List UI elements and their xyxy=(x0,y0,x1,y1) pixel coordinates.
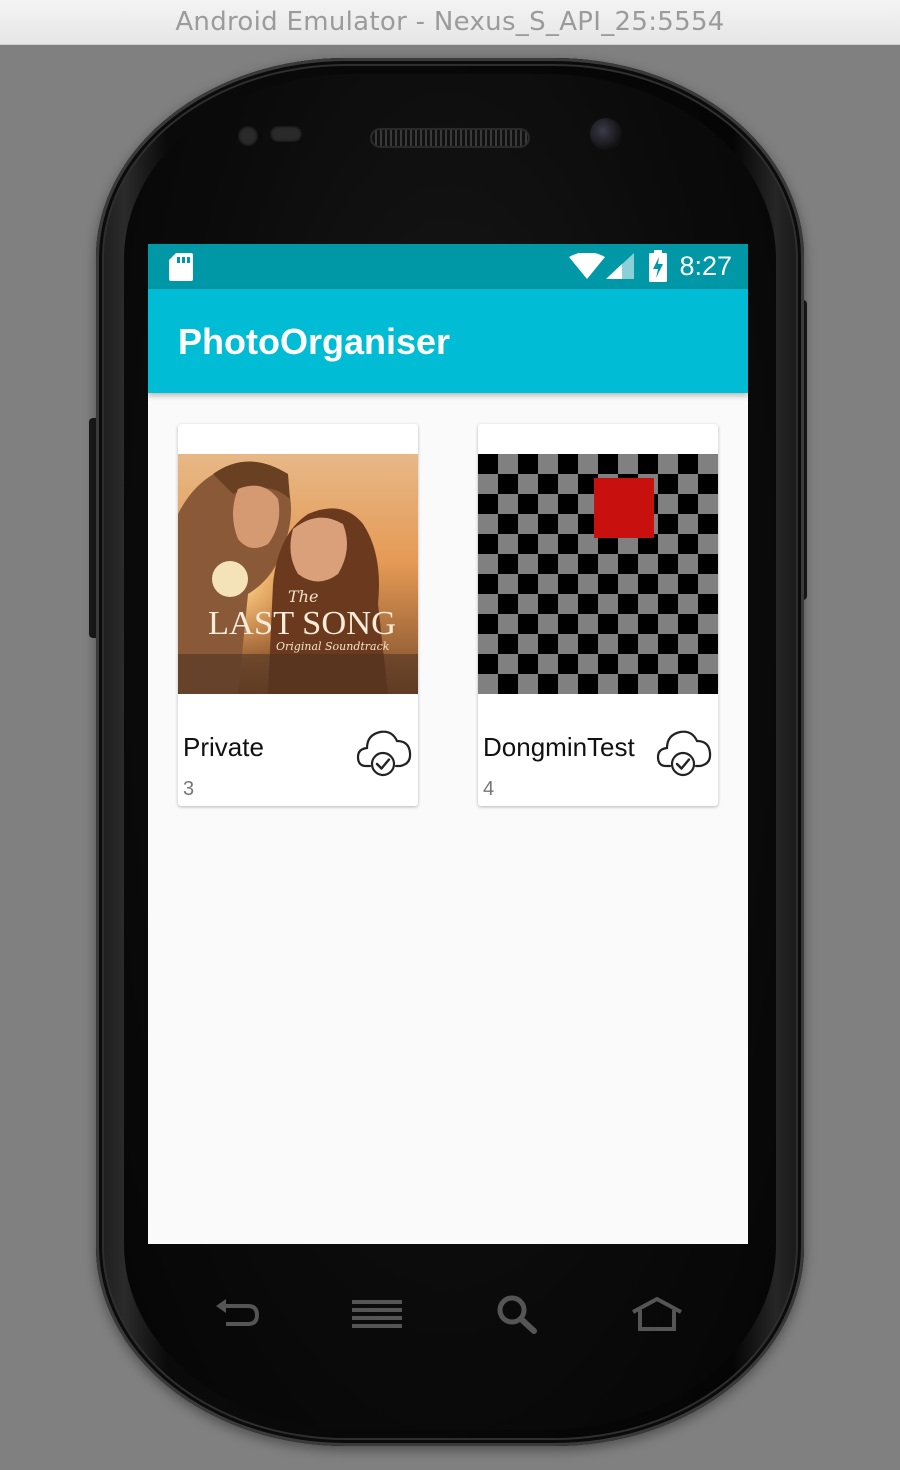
cloud-check-icon[interactable] xyxy=(656,726,712,778)
album-cover-dongmintest xyxy=(478,454,718,694)
album-name: DongminTest xyxy=(483,732,635,762)
album-cover-private: The LAST SONG Original Soundtrack xyxy=(178,454,418,694)
checkerboard-image xyxy=(478,454,718,694)
poster-overlay-title: LAST SONG xyxy=(208,605,396,642)
light-sensor xyxy=(270,126,302,142)
album-card-dongmintest[interactable]: DongminTest 4 xyxy=(478,424,718,806)
poster-overlay-small: The xyxy=(288,587,318,606)
album-count: 3 xyxy=(183,778,195,800)
poster-overlay-sub: Original Soundtrack xyxy=(276,640,390,653)
menu-icon[interactable] xyxy=(352,1298,404,1330)
battery-charging-icon xyxy=(649,250,667,282)
movie-poster-image: The LAST SONG Original Soundtrack xyxy=(178,454,418,694)
wifi-icon xyxy=(569,253,605,279)
device-screen: 8:27 PhotoOrganiser The LAST SONG Origin… xyxy=(148,244,748,1244)
sd-card-icon xyxy=(169,253,193,281)
proximity-sensor xyxy=(238,126,258,146)
home-icon[interactable] xyxy=(630,1296,684,1332)
window-titlebar: Android Emulator - Nexus_S_API_25:5554 xyxy=(0,0,900,45)
signal-icon xyxy=(606,253,634,279)
window-title: Android Emulator - Nexus_S_API_25:5554 xyxy=(175,7,725,37)
album-name: Private xyxy=(183,732,264,762)
back-icon[interactable] xyxy=(214,1296,260,1332)
front-camera xyxy=(590,118,622,150)
app-title: PhotoOrganiser xyxy=(178,321,451,362)
status-time: 8:27 xyxy=(679,251,732,281)
cloud-check-icon[interactable] xyxy=(356,726,412,778)
search-icon[interactable] xyxy=(496,1294,538,1334)
album-card-private[interactable]: The LAST SONG Original Soundtrack Privat… xyxy=(178,424,418,806)
earpiece-speaker xyxy=(370,128,530,148)
status-bar: 8:27 xyxy=(148,244,748,289)
red-square xyxy=(594,478,654,538)
app-bar: PhotoOrganiser xyxy=(148,289,748,393)
album-count: 4 xyxy=(483,778,495,800)
